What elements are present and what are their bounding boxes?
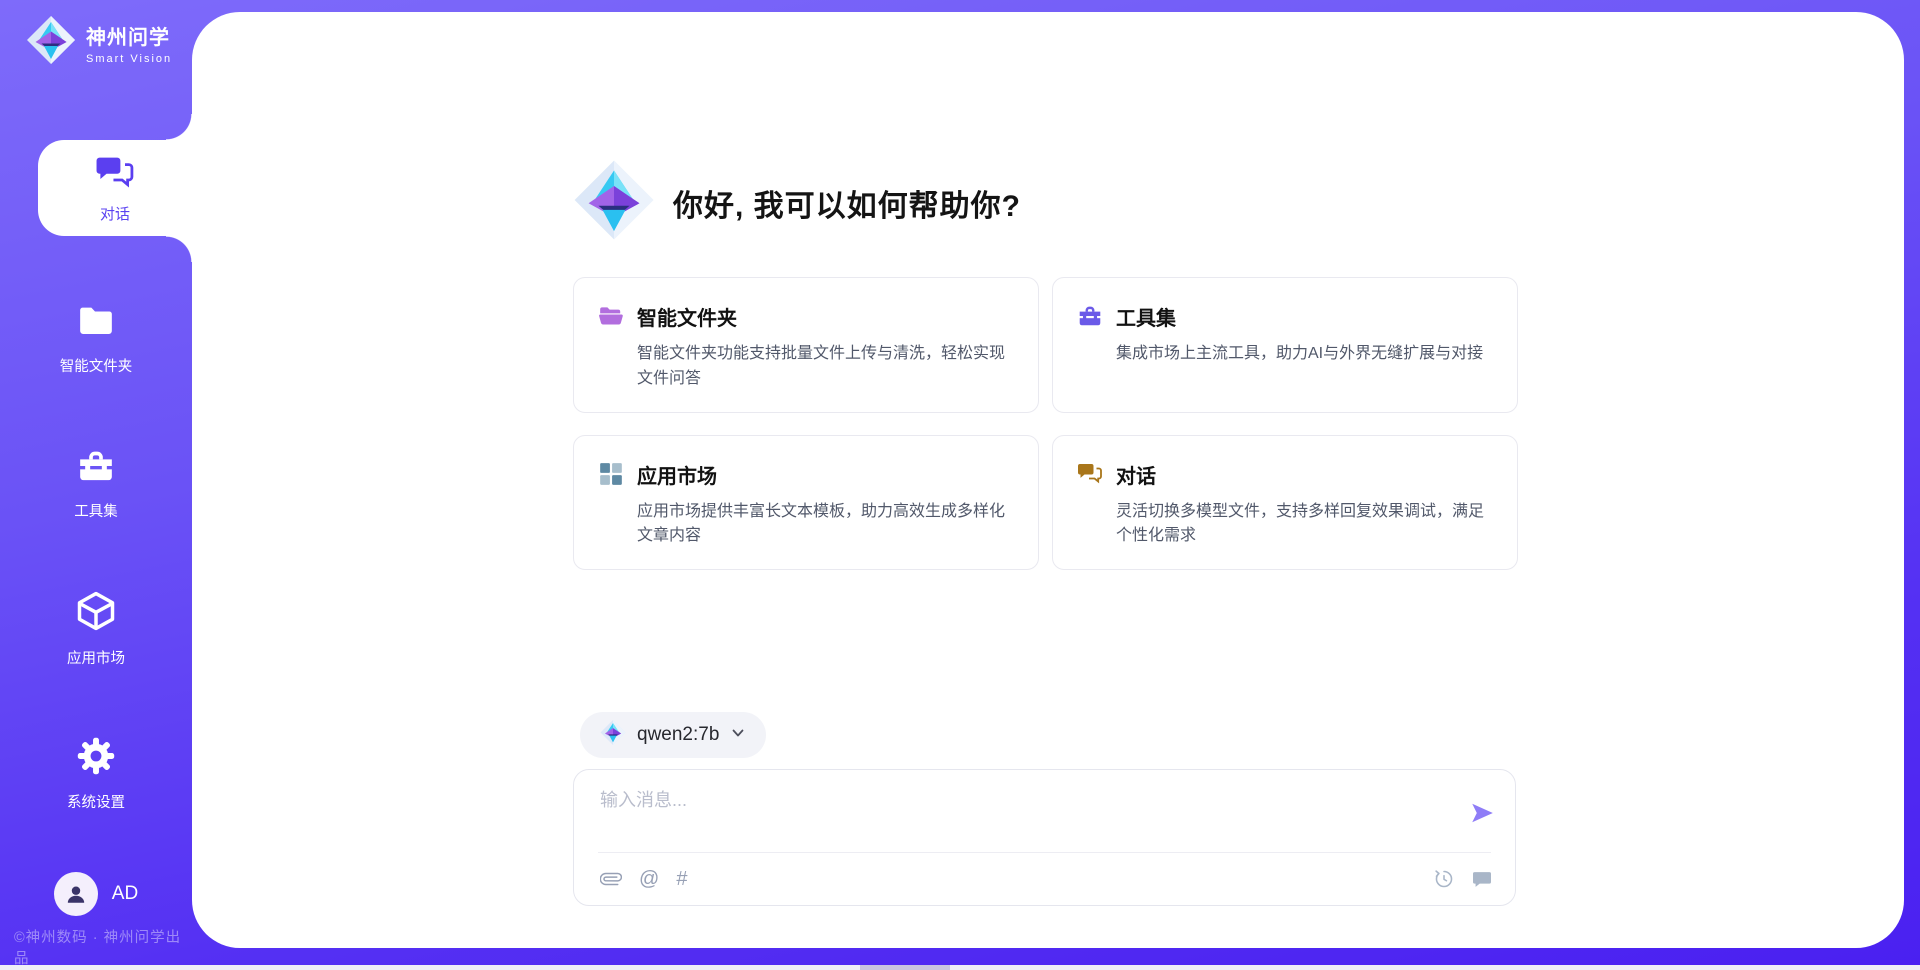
card-title: 智能文件夹 (637, 302, 1012, 331)
sidebar: 神州问学 Smart Vision 对话 智能文件夹 (0, 0, 192, 970)
chevron-down-icon (730, 725, 746, 746)
card-title: 应用市场 (637, 460, 1012, 489)
sidebar-item-app-market[interactable]: 应用市场 (0, 582, 192, 674)
brand-name: 神州问学 (86, 21, 172, 50)
chat-bubbles-icon (95, 153, 135, 195)
sidebar-item-settings[interactable]: 系统设置 (0, 727, 192, 819)
card-app-market[interactable]: 应用市场 应用市场提供丰富长文本模板，助力高效生成多样化文章内容 (573, 435, 1039, 571)
copyright-footer: ©神州数码 · 神州问学出品 (14, 926, 192, 968)
composer-toolbar-left: @ # (600, 868, 687, 890)
send-icon[interactable] (1469, 800, 1495, 826)
message-input[interactable] (600, 786, 1440, 842)
cube-icon (74, 589, 118, 638)
card-description: 应用市场提供丰富长文本模板，助力高效生成多样化文章内容 (637, 500, 1012, 550)
sidebar-item-toolset[interactable]: 工具集 (0, 437, 192, 529)
horizontal-scrollbar[interactable] (0, 965, 1920, 970)
sidebar-item-label: 智能文件夹 (60, 355, 133, 376)
user-initials: AD (112, 883, 138, 905)
history-icon[interactable] (1433, 868, 1455, 890)
tab-connector-top (166, 114, 192, 140)
message-composer: @ # (573, 769, 1516, 906)
model-selector[interactable]: qwen2:7b (580, 712, 766, 758)
greeting-row: 你好, 我可以如何帮助你? (573, 158, 1021, 247)
sidebar-item-chat[interactable]: 对话 (38, 140, 192, 236)
card-title: 工具集 (1116, 302, 1483, 331)
sidebar-item-label: 应用市场 (67, 647, 125, 668)
card-description: 智能文件夹功能支持批量文件上传与清洗，轻松实现文件问答 (637, 342, 1012, 392)
main-content-panel: 你好, 我可以如何帮助你? 智能文件夹 智能文件夹功能支持批量文件上传与清洗，轻… (192, 12, 1904, 948)
chat-bubbles-icon (1077, 460, 1103, 550)
sidebar-item-smart-folder[interactable]: 智能文件夹 (0, 292, 192, 384)
toolbox-icon (1077, 302, 1103, 392)
card-chat[interactable]: 对话 灵活切换多模型文件，支持多样回复效果调试，满足个性化需求 (1052, 435, 1518, 571)
scrollbar-thumb[interactable] (860, 965, 950, 970)
mention-icon[interactable]: @ (639, 868, 659, 890)
brand-subtitle: Smart Vision (86, 53, 172, 65)
card-description: 集成市场上主流工具，助力AI与外界无缝扩展与对接 (1116, 342, 1483, 367)
app-logo-icon (573, 158, 655, 247)
gear-icon (75, 735, 117, 782)
composer-toolbar-right (1433, 868, 1493, 890)
user-account[interactable]: AD (0, 870, 192, 918)
sidebar-item-label: 工具集 (74, 500, 118, 521)
tab-connector-bottom (166, 236, 192, 262)
grid-icon (598, 460, 624, 550)
model-logo-icon (600, 719, 626, 751)
sidebar-item-label: 系统设置 (67, 791, 125, 812)
sidebar-item-label: 对话 (100, 203, 130, 224)
card-toolset[interactable]: 工具集 集成市场上主流工具，助力AI与外界无缝扩展与对接 (1052, 277, 1518, 413)
hashtag-icon[interactable]: # (676, 868, 687, 890)
feature-cards: 智能文件夹 智能文件夹功能支持批量文件上传与清洗，轻松实现文件问答 工具集 集成… (573, 277, 1518, 570)
feedback-bubble-icon[interactable] (1471, 868, 1493, 890)
folder-icon (75, 301, 117, 346)
greeting-title: 你好, 我可以如何帮助你? (673, 181, 1021, 225)
composer-divider (598, 852, 1491, 853)
toolbox-icon (75, 446, 117, 491)
folder-open-icon (598, 302, 624, 392)
attachment-icon[interactable] (600, 868, 622, 890)
avatar (54, 872, 98, 916)
card-title: 对话 (1116, 460, 1491, 489)
model-name: qwen2:7b (637, 724, 719, 746)
card-smart-folder[interactable]: 智能文件夹 智能文件夹功能支持批量文件上传与清洗，轻松实现文件问答 (573, 277, 1039, 413)
brand-logo-icon (26, 14, 76, 71)
brand[interactable]: 神州问学 Smart Vision (26, 14, 172, 71)
card-description: 灵活切换多模型文件，支持多样回复效果调试，满足个性化需求 (1116, 500, 1491, 550)
